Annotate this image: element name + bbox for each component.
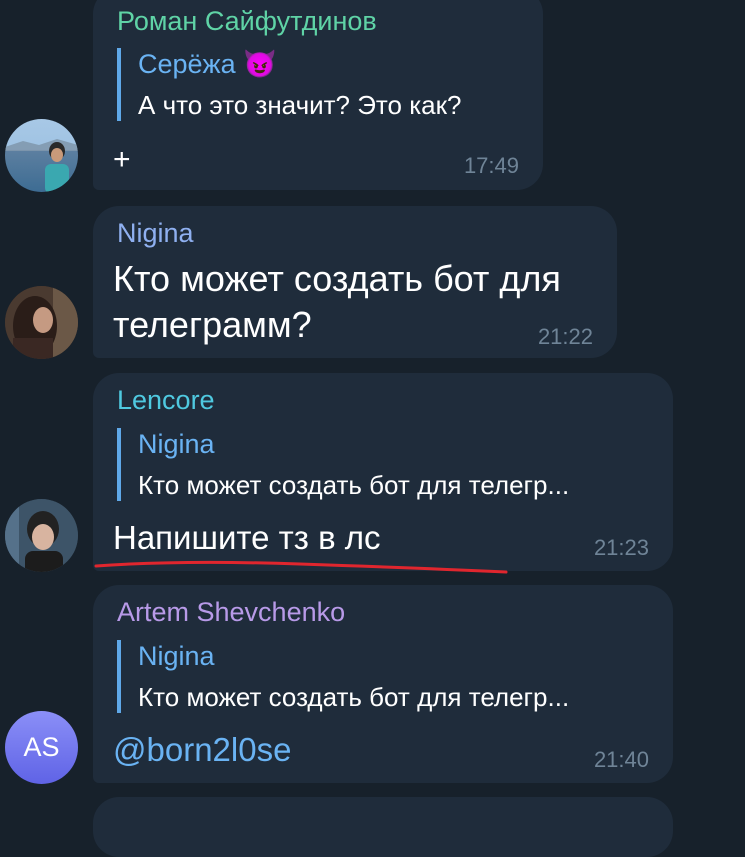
avatar[interactable]: AS [5, 711, 78, 784]
sender-name[interactable]: Artem Shevchenko [117, 597, 345, 628]
message-bubble-partial[interactable] [93, 797, 673, 857]
reply-quote[interactable]: Nigina Кто может создать бот для телегр.… [117, 640, 569, 713]
message-bubble[interactable]: Artem Shevchenko Nigina Кто может создат… [93, 585, 673, 783]
message-time: 21:40 [593, 747, 649, 772]
reply-author: Nigina [138, 641, 215, 671]
avatar-initials: AS [23, 732, 60, 762]
mention-link[interactable]: @born2l0se [113, 731, 291, 769]
avatar[interactable] [5, 499, 78, 572]
avatar-photo [5, 499, 78, 572]
reply-text: Кто может создать бот для телегр... [138, 682, 570, 712]
